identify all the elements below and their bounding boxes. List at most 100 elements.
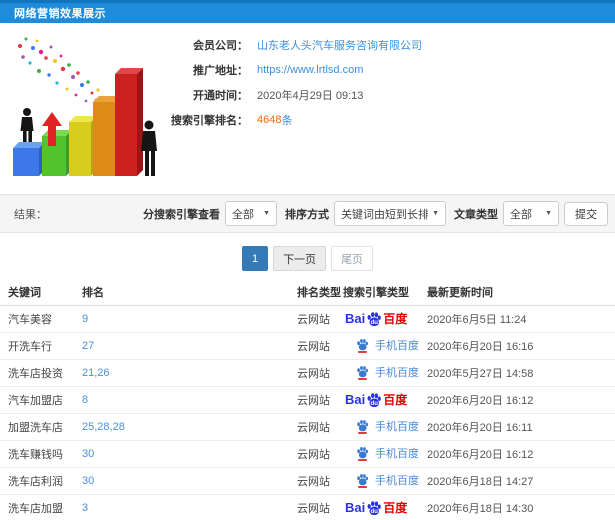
ranking-unit: 条 xyxy=(281,114,293,127)
col-header-rank: 排名 xyxy=(82,280,297,306)
rank-type-cell: 云网站 xyxy=(297,305,343,333)
confetti-dots xyxy=(18,37,100,103)
mobile-baidu-badge: 手机百度 xyxy=(355,418,419,434)
engine-select[interactable]: 全部 ▼ xyxy=(225,201,277,226)
table-row: 洗车店利润 30 云网站 手机百度 2020年6月18日 14:27 xyxy=(0,467,615,495)
header-bar: 网络营销效果展示 xyxy=(0,0,615,23)
rank-type-cell: 云网站 xyxy=(297,332,343,360)
updated-cell: 2020年6月18日 14:27 xyxy=(427,467,615,495)
info-row: 推广地址： https://www.lrtlsd.com xyxy=(158,61,422,78)
col-header-keyword: 关键词 xyxy=(0,280,82,306)
rank-type-cell: 云网站 xyxy=(297,359,343,387)
mobile-baidu-label: 手机百度 xyxy=(375,340,419,353)
baidu-logo-cn: 百度 xyxy=(383,501,408,515)
article-type-label: 文章类型 xyxy=(454,208,498,221)
table-row: 开洗车行 27 云网站 手机百度 2020年6月20日 16:16 xyxy=(0,332,615,360)
info-label: 开通时间： xyxy=(193,89,248,102)
baidu-logo-cn: 百度 xyxy=(383,312,408,326)
keyword-cell: 洗车店加盟 xyxy=(0,494,82,520)
rank-link[interactable]: 30 xyxy=(82,448,94,460)
submit-button[interactable]: 提交 xyxy=(564,201,608,226)
rank-type-cell: 云网站 xyxy=(297,413,343,441)
mobile-baidu-badge: 手机百度 xyxy=(355,364,419,380)
table-row: 汽车美容 9 云网站 Bai du 百度 2020年6月5日 11:24 xyxy=(0,305,615,333)
table-body: 汽车美容 9 云网站 Bai du 百度 2020年6月5日 11:24 开洗车行 27… xyxy=(0,305,615,520)
keyword-cell: 开洗车行 xyxy=(0,332,82,360)
page-title: 网络营销效果展示 xyxy=(14,8,106,20)
results-table: 关键词 排名 排名类型 搜索引擎类型 最新更新时间 汽车美容 9 云网站 Bai d… xyxy=(0,280,615,520)
rank-cell: 30 xyxy=(82,467,297,495)
page-1-button[interactable]: 1 xyxy=(241,246,269,271)
rank-cell: 9 xyxy=(82,305,297,333)
filter-controls: 分搜索引擎查看 全部 ▼ 排序方式 关键词由短到长排序 ▼ 文章类型 全部 ▼ … xyxy=(140,201,608,226)
keyword-cell: 洗车店投资 xyxy=(0,359,82,387)
result-label: 结果： xyxy=(14,208,47,221)
rank-cell: 21,26 xyxy=(82,359,297,387)
baidu-logo-bai: Bai xyxy=(345,500,366,515)
baidu-logo: Bai du 百度 xyxy=(345,499,407,516)
engine-cell: Bai du 百度 xyxy=(343,494,427,520)
baidu-logo-bai: Bai xyxy=(345,311,366,326)
info-row: 会员公司： 山东老人头汽车服务咨询有限公司 xyxy=(158,36,422,53)
mobile-baidu-badge: 手机百度 xyxy=(355,337,419,353)
rank-link[interactable]: 9 xyxy=(82,313,88,325)
rank-link[interactable]: 25,28,28 xyxy=(82,421,125,433)
sort-select[interactable]: 关键词由短到长排序 ▼ xyxy=(334,201,446,226)
last-page-button[interactable]: 尾页 xyxy=(331,246,374,271)
rank-cell: 3 xyxy=(82,494,297,520)
updated-cell: 2020年6月20日 16:11 xyxy=(427,413,615,441)
filter-bar: 结果： 分搜索引擎查看 全部 ▼ 排序方式 关键词由短到长排序 ▼ 文章类型 全… xyxy=(0,194,615,233)
rank-link[interactable]: 27 xyxy=(82,340,94,352)
businessman-right-figure xyxy=(141,120,157,176)
next-page-button[interactable]: 下一页 xyxy=(273,246,327,271)
bar-chart-illustration-svg xyxy=(13,37,157,176)
engine-cell: 手机百度 xyxy=(343,467,427,495)
rank-type-cell: 云网站 xyxy=(297,494,343,520)
caret-down-icon: ▼ xyxy=(263,210,270,217)
info-label: 推广地址： xyxy=(193,64,248,77)
sort-select-value: 关键词由短到长排序 xyxy=(341,208,429,221)
updated-cell: 2020年6月20日 16:12 xyxy=(427,386,615,414)
rank-link[interactable]: 3 xyxy=(82,502,88,514)
keyword-cell: 汽车加盟店 xyxy=(0,386,82,414)
info-value: 2020年4月29日 09:13 xyxy=(257,89,364,102)
ranking-count: 4648 xyxy=(257,113,282,126)
updated-cell: 2020年6月5日 11:24 xyxy=(427,305,615,333)
info-link[interactable]: https://www.lrtlsd.com xyxy=(257,64,363,76)
keyword-cell: 洗车店利润 xyxy=(0,467,82,495)
baidu-logo: Bai du 百度 xyxy=(345,391,407,408)
updated-cell: 2020年6月18日 14:30 xyxy=(427,494,615,520)
table-row: 加盟洗车店 25,28,28 云网站 手机百度 2020年6月20日 16:11 xyxy=(0,413,615,441)
info-label: 搜索引擎排名： xyxy=(171,114,248,127)
info-link[interactable]: 山东老人头汽车服务咨询有限公司 xyxy=(257,37,422,53)
baidu-paw-icon: du xyxy=(367,500,382,515)
mobile-baidu-paw-icon xyxy=(355,419,370,434)
mobile-baidu-label: 手机百度 xyxy=(375,367,419,380)
rank-cell: 27 xyxy=(82,332,297,360)
rank-link[interactable]: 21,26 xyxy=(82,367,110,379)
mobile-baidu-label: 手机百度 xyxy=(375,475,419,488)
keyword-cell: 洗车赚钱吗 xyxy=(0,440,82,468)
updated-cell: 2020年6月20日 16:12 xyxy=(427,440,615,468)
table-header-row: 关键词 排名 排名类型 搜索引擎类型 最新更新时间 xyxy=(0,280,615,306)
engine-cell: 手机百度 xyxy=(343,332,427,360)
col-header-engine-type: 搜索引擎类型 xyxy=(343,280,427,306)
article-type-select[interactable]: 全部 ▼ xyxy=(503,201,559,226)
caret-down-icon: ▼ xyxy=(545,210,552,217)
rank-type-cell: 云网站 xyxy=(297,467,343,495)
col-header-updated: 最新更新时间 xyxy=(427,280,615,306)
rank-type-cell: 云网站 xyxy=(297,386,343,414)
engine-cell: 手机百度 xyxy=(343,359,427,387)
updated-cell: 2020年5月27日 14:58 xyxy=(427,359,615,387)
table-row: 洗车店加盟 3 云网站 Bai du 百度 2020年6月18日 14:30 xyxy=(0,494,615,520)
updated-cell: 2020年6月20日 16:16 xyxy=(427,332,615,360)
keyword-cell: 加盟洗车店 xyxy=(0,413,82,441)
engine-select-value: 全部 xyxy=(232,208,254,221)
page: 网络营销效果展示 会员公司： 山东老人头汽车服务咨询有限公司 推广地址： htt… xyxy=(0,0,615,520)
caret-down-icon: ▼ xyxy=(432,210,439,217)
summary-panel: 会员公司： 山东老人头汽车服务咨询有限公司推广地址： https://www.lrt… xyxy=(0,23,615,194)
rank-link[interactable]: 30 xyxy=(82,475,94,487)
mobile-baidu-paw-icon xyxy=(355,446,370,461)
rank-link[interactable]: 8 xyxy=(82,394,88,406)
mobile-baidu-badge: 手机百度 xyxy=(355,472,419,488)
